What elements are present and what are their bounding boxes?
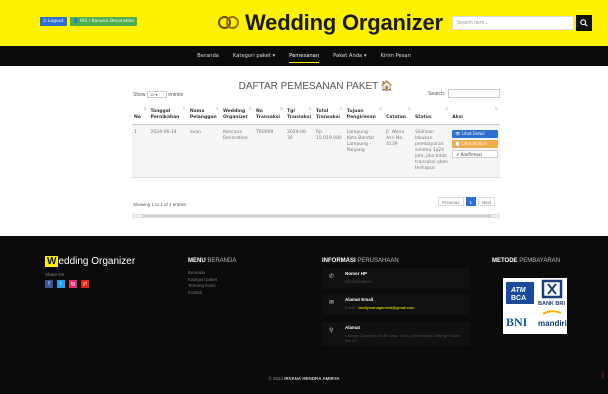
main-nav: Beranda Kategori paket ▾ Pemesanan Paket…	[0, 46, 608, 66]
entries-select[interactable]: 10 ▾	[146, 91, 167, 98]
account-button[interactable]: 👤 IRS / Kasuna Decoration	[70, 17, 137, 26]
footer-info-title: INFORMASI PERUSAHAAN	[322, 258, 399, 264]
footer-menu-title: MENU BERANDA	[188, 258, 237, 264]
cell-total: Rp 15.019.000	[314, 124, 345, 178]
col-status[interactable]: Status	[413, 102, 451, 125]
pager-next[interactable]: Next	[478, 197, 496, 206]
logout-label: Logout	[48, 19, 64, 24]
orders-table: No Tanggal Pernikahan Nama Pelanggan Wed…	[132, 102, 500, 178]
svg-text:BANK BRI: BANK BRI	[538, 301, 565, 307]
entries-length: Show 10 ▾ entries	[133, 91, 184, 98]
table-row: 1 2024-06-14 evan Kencana Decoration TR0…	[132, 124, 500, 178]
info-phone: ✆ Nomor HP 081393948393	[322, 268, 470, 289]
nav-beranda[interactable]: Beranda	[197, 46, 219, 66]
col-catatan[interactable]: Catatan	[384, 102, 414, 125]
cell-status: Silahkan lakukan pembayaran selama 1x24 …	[413, 124, 451, 178]
share-label: Share On	[45, 272, 65, 277]
search-button[interactable]	[576, 15, 592, 31]
nav-paket-anda[interactable]: Paket Anda ▾	[333, 46, 366, 66]
col-total[interactable]: Total Transaksi	[314, 102, 345, 125]
cell-tgl-transaksi: 2024-06-30	[285, 124, 315, 178]
search-icon	[580, 19, 588, 27]
rings-icon	[218, 16, 240, 30]
table-info: Showing 1 to 1 of 1 entries	[133, 202, 187, 207]
col-wo[interactable]: Wedding Organizer	[220, 102, 255, 125]
col-no[interactable]: No	[132, 102, 149, 125]
table-search-label: Search:	[428, 91, 446, 97]
search-input[interactable]: Search here...	[452, 16, 574, 30]
cell-tujuan: Lampung - Kota Bandar Lampung - Panjang	[344, 124, 385, 178]
top-header: ⏻ Logout 👤 IRS / Kasuna Decoration Weddi…	[0, 0, 608, 46]
col-tujuan[interactable]: Tujuan Pengiriman	[344, 102, 385, 125]
view-invoice-button[interactable]: 📄 Lihat Invoice	[452, 139, 498, 148]
pager-previous[interactable]: Previous	[438, 197, 464, 206]
home-icon: 🏠	[380, 81, 394, 92]
info-address: ⚲ Alamat Cilacap Cikarang, Kediri Jawa T…	[322, 322, 470, 346]
col-tgl-transaksi[interactable]: Tgl Transaksi	[285, 102, 315, 125]
payment-logos: ATM BCA BANK BRI BNI mandiri	[503, 278, 567, 334]
footer: Wedding Organizer Share On f t ig yt MEN…	[0, 236, 608, 394]
info-email: ✉ Alamat Email Email : familymanagement@…	[322, 294, 470, 315]
location-icon: ⚲	[329, 328, 334, 334]
instagram-icon[interactable]: ig	[69, 280, 77, 288]
nav-kirim-pesan[interactable]: Kirim Pesan	[380, 46, 410, 66]
pager-page-1[interactable]: 1	[465, 197, 477, 206]
cell-wo: Kencana Decoration	[220, 124, 255, 178]
col-no-transaksi[interactable]: No Transaksi	[254, 102, 286, 125]
cell-nama: evan	[187, 124, 221, 178]
pagination: Previous 1 Next	[438, 197, 496, 206]
copyright: © 2024 IRVANA HENDRA AMIRYA	[268, 376, 340, 381]
cell-no-transaksi: TR0009	[254, 124, 286, 178]
scroll-indicator: |	[602, 372, 604, 379]
bank-logos-image: ATM BCA BANK BRI BNI mandiri	[503, 278, 567, 334]
facebook-icon[interactable]: f	[45, 280, 53, 288]
table-search-input[interactable]	[448, 89, 500, 98]
svg-text:ATM: ATM	[510, 287, 526, 294]
brand-logo[interactable]: Wedding Organizer	[218, 10, 443, 36]
account-label: IRS / Kasuna Decoration	[80, 19, 135, 24]
cell-aksi: 👁 Lihat Detail 📄 Lihat Invoice ✔ Konfirm…	[450, 124, 500, 178]
svg-text:BNI: BNI	[506, 315, 528, 329]
cell-tanggal: 2024-06-14	[148, 124, 188, 178]
footer-brand: Wedding Organizer	[45, 256, 136, 267]
nav-kategori-paket[interactable]: Kategori paket ▾	[233, 46, 275, 66]
phone-icon: ✆	[329, 274, 335, 280]
col-nama[interactable]: Nama Pelanggan	[187, 102, 221, 125]
twitter-icon[interactable]: t	[57, 280, 65, 288]
order-list-panel: DAFTAR PEMESANAN PAKET 🏠 Show 10 ▾ entri…	[132, 76, 500, 220]
youtube-icon[interactable]: yt	[81, 280, 89, 288]
nav-pemesanan[interactable]: Pemesanan	[289, 46, 320, 66]
cell-no: 1	[132, 124, 149, 178]
col-tanggal[interactable]: Tanggal Pernikahan	[148, 102, 188, 125]
envelope-icon: ✉	[329, 300, 335, 306]
footer-payment-title: METODE PEMBAYARAN	[492, 258, 561, 264]
svg-text:mandiri: mandiri	[538, 319, 567, 328]
svg-text:BCA: BCA	[511, 295, 526, 302]
horizontal-scrollbar[interactable]	[132, 214, 500, 218]
col-aksi[interactable]: Aksi	[450, 102, 500, 125]
cell-catatan: Jl. Wona Asri No. 4139	[384, 124, 414, 178]
logout-button[interactable]: ⏻ Logout	[40, 17, 67, 26]
footer-link-kontak[interactable]: Kontak	[188, 290, 217, 297]
brand-title: Wedding Organizer	[245, 10, 443, 35]
scrollbar-thumb[interactable]	[143, 215, 491, 217]
footer-menu-links: Beranda Kategori paket Tentang Kami Kont…	[188, 270, 217, 296]
view-detail-button[interactable]: 👁 Lihat Detail	[452, 129, 498, 138]
confirm-button[interactable]: ✔ Konfirmasi	[452, 149, 498, 158]
footer-link-tentang[interactable]: Tentang Kami	[188, 283, 217, 290]
